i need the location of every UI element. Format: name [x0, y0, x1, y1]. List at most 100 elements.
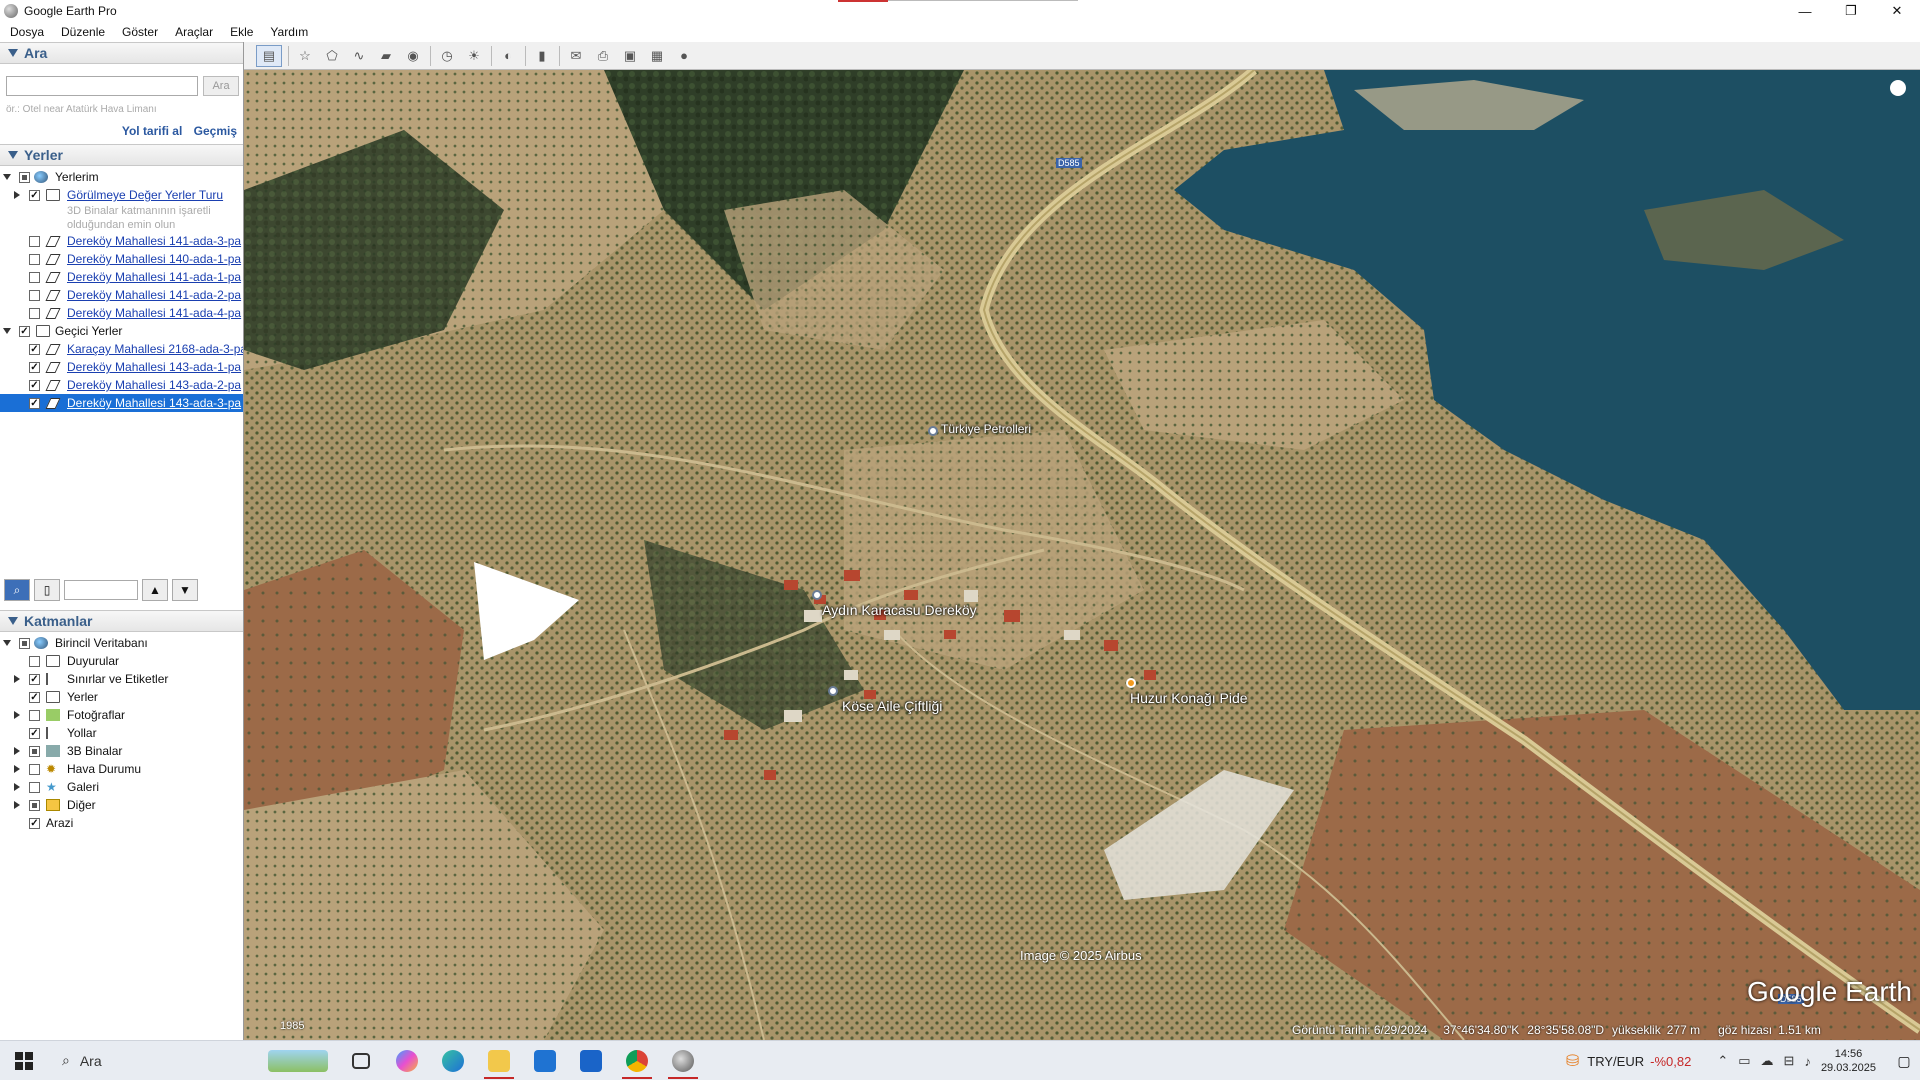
expand-right-icon[interactable]	[14, 711, 20, 719]
tree-item-placemark[interactable]: ✓ Dereköy Mahallesi 143-ada-1-pa	[0, 358, 243, 376]
places-filter-input[interactable]	[64, 580, 138, 600]
tree-item-placemark[interactable]: ✓ Karaçay Mahallesi 2168-ada-3-pa	[0, 340, 243, 358]
history-link[interactable]: Geçmiş	[194, 124, 237, 138]
tree-item-sightseeing-tour[interactable]: ✓ Görülmeye Değer Yerler Turu	[0, 186, 243, 204]
chrome-app[interactable]	[614, 1041, 660, 1081]
layer-checkbox[interactable]	[29, 709, 40, 721]
tree-item-placemark[interactable]: Dereköy Mahallesi 140-ada-1-pa	[0, 250, 243, 268]
tree-item-placemark[interactable]: Dereköy Mahallesi 141-ada-2-pa	[0, 286, 243, 304]
layer-roads[interactable]: ✓ Yollar	[0, 724, 243, 742]
search-places-button[interactable]: ⌕	[4, 579, 30, 601]
tree-checkbox[interactable]	[29, 307, 40, 319]
expand-down-icon[interactable]	[3, 640, 11, 646]
expand-right-icon[interactable]	[14, 765, 20, 773]
layer-3d-buildings[interactable]: 3B Binalar	[0, 742, 243, 760]
tree-checkbox[interactable]: ✓	[29, 379, 40, 391]
onedrive-cloud-icon[interactable]: ☁	[1761, 1053, 1774, 1069]
tree-item-placemark-selected[interactable]: ✓ Dereköy Mahallesi 143-ada-3-pa	[0, 394, 243, 412]
places-panel-header[interactable]: Yerler	[0, 144, 243, 166]
compass-icon[interactable]	[1890, 80, 1906, 96]
gas-station-pin-icon[interactable]	[928, 426, 938, 436]
layer-borders-labels[interactable]: ✓ Sınırlar ve Etiketler	[0, 670, 243, 688]
layer-checkbox[interactable]: ✓	[29, 691, 40, 703]
file-explorer-app[interactable]	[476, 1041, 522, 1081]
layer-checkbox[interactable]: ✓	[29, 673, 40, 685]
search-button[interactable]: Ara	[203, 76, 239, 96]
map-label-petrol[interactable]: Türkiye Petrolleri	[941, 422, 1031, 436]
tree-checkbox[interactable]: ✓	[29, 189, 40, 201]
farm-pin-icon[interactable]	[828, 686, 838, 696]
map-view[interactable]: Türkiye Petrolleri Aydın Karacasu Derekö…	[244, 70, 1920, 1040]
menu-view[interactable]: Göster	[112, 25, 165, 39]
historical-imagery-button[interactable]: ◷	[436, 45, 458, 67]
network-icon[interactable]: ⊟	[1784, 1053, 1795, 1069]
tree-checkbox[interactable]: ✓	[29, 361, 40, 373]
directions-link[interactable]: Yol tarifi al	[122, 124, 182, 138]
add-path-button[interactable]: ∿	[348, 45, 370, 67]
expand-right-icon[interactable]	[14, 747, 20, 755]
expand-right-icon[interactable]	[14, 191, 20, 199]
close-button[interactable]: ✕	[1874, 0, 1920, 22]
tree-checkbox[interactable]	[29, 271, 40, 283]
expand-down-icon[interactable]	[3, 328, 11, 334]
expand-right-icon[interactable]	[14, 675, 20, 683]
layer-checkbox[interactable]	[29, 655, 40, 667]
widgets-button[interactable]	[258, 1041, 338, 1081]
tree-item-my-places[interactable]: Yerlerim	[0, 168, 243, 186]
taskbar-search[interactable]: ⌕ Ara	[48, 1041, 258, 1081]
tree-item-placemark[interactable]: ✓ Dereköy Mahallesi 143-ada-2-pa	[0, 376, 243, 394]
earth-view-button[interactable]: ●	[673, 45, 695, 67]
layer-checkbox[interactable]	[29, 799, 40, 811]
tree-checkbox[interactable]: ✓	[29, 397, 40, 409]
layer-gallery[interactable]: ★ Galeri	[0, 778, 243, 796]
layer-places[interactable]: ✓ Yerler	[0, 688, 243, 706]
tree-checkbox[interactable]	[29, 253, 40, 265]
layer-announcements[interactable]: Duyurular	[0, 652, 243, 670]
show-hidden-icons-chevron-icon[interactable]: ⌃	[1717, 1053, 1728, 1069]
outlook-app[interactable]	[568, 1041, 614, 1081]
volume-icon[interactable]: ♪	[1804, 1054, 1811, 1069]
tree-item-placemark[interactable]: Dereköy Mahallesi 141-ada-3-pa	[0, 232, 243, 250]
toggle-panel-button[interactable]: ▯	[34, 579, 60, 601]
menu-help[interactable]: Yardım	[260, 25, 315, 39]
add-polygon-button[interactable]: ⬠	[321, 45, 343, 67]
copilot-app[interactable]	[384, 1041, 430, 1081]
minimize-button[interactable]: —	[1782, 0, 1828, 22]
switch-planet-button[interactable]: ◐	[497, 45, 519, 67]
menu-file[interactable]: Dosya	[0, 25, 51, 39]
layer-terrain[interactable]: ✓ Arazi	[0, 814, 243, 832]
layer-checkbox[interactable]	[29, 745, 40, 757]
map-maker-button[interactable]: ▦	[646, 45, 668, 67]
add-image-overlay-button[interactable]: ▰	[375, 45, 397, 67]
tree-checkbox[interactable]: ✓	[19, 325, 30, 337]
tree-item-placemark[interactable]: Dereköy Mahallesi 141-ada-1-pa	[0, 268, 243, 286]
google-earth-app[interactable]	[660, 1041, 706, 1081]
print-button[interactable]: ⎙	[592, 45, 614, 67]
place-pin-icon[interactable]	[812, 590, 822, 600]
layer-photos[interactable]: Fotoğraflar	[0, 706, 243, 724]
sunlight-button[interactable]: ☀	[463, 45, 485, 67]
menu-tools[interactable]: Araçlar	[165, 25, 220, 39]
expand-right-icon[interactable]	[14, 801, 20, 809]
meet-now-icon[interactable]: ▭	[1738, 1053, 1750, 1069]
start-button[interactable]	[0, 1041, 48, 1081]
sidebar-toggle-button[interactable]: ▤	[256, 44, 282, 67]
ruler-button[interactable]: ▮	[531, 45, 553, 67]
expand-right-icon[interactable]	[14, 783, 20, 791]
layer-weather[interactable]: ✹ Hava Durumu	[0, 760, 243, 778]
tree-item-placemark[interactable]: Dereköy Mahallesi 141-ada-4-pa	[0, 304, 243, 322]
email-button[interactable]: ✉	[565, 45, 587, 67]
map-label-farm[interactable]: Köse Aile Çiftliği	[842, 698, 942, 714]
task-view-button[interactable]	[338, 1041, 384, 1081]
layers-panel-header[interactable]: Katmanlar	[0, 610, 243, 632]
layer-other[interactable]: Diğer	[0, 796, 243, 814]
edge-app[interactable]	[430, 1041, 476, 1081]
currency-change[interactable]: -%0,82	[1650, 1054, 1691, 1069]
move-up-button[interactable]: ▲	[142, 579, 168, 601]
store-app[interactable]	[522, 1041, 568, 1081]
expand-down-icon[interactable]	[3, 174, 11, 180]
menu-add[interactable]: Ekle	[220, 25, 260, 39]
tree-checkbox[interactable]	[29, 235, 40, 247]
map-label-village[interactable]: Aydın Karacasu Dereköy	[822, 602, 977, 618]
layer-checkbox[interactable]	[19, 637, 30, 649]
